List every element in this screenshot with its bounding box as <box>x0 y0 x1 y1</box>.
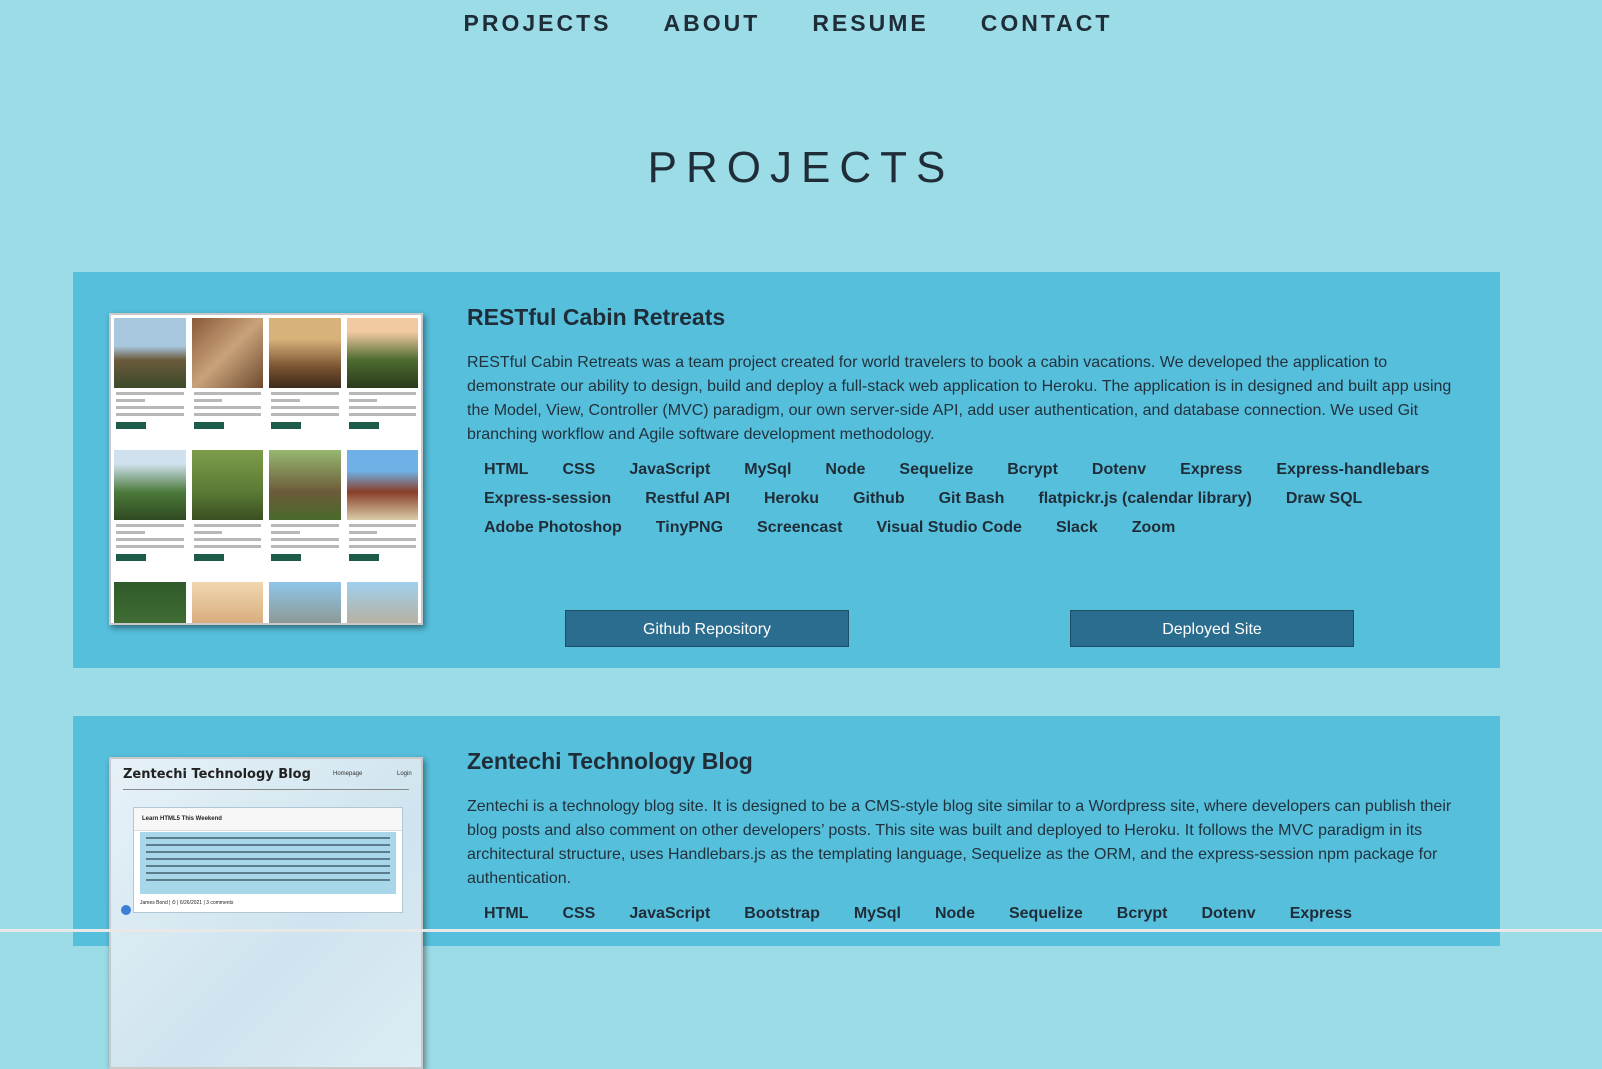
tech-tag: Slack <box>1055 519 1098 536</box>
tech-tag: flatpickr.js (calendar library) <box>1038 490 1252 507</box>
tech-tag: MySql <box>853 905 901 922</box>
deployed-site-button[interactable]: Deployed Site <box>1070 610 1354 647</box>
project-details: RESTful Cabin Retreats RESTful Cabin Ret… <box>467 272 1464 548</box>
tech-tags: HTML CSS JavaScript MySql Node Sequelize Bcryp… <box>484 461 1464 548</box>
tech-tag: Github <box>853 490 905 507</box>
project-description: Zentechi is a technology blog site. It i… <box>467 798 1452 887</box>
tech-tag: Adobe Photoshop <box>484 519 622 536</box>
tech-tag: Node <box>825 461 866 478</box>
tech-tag: Restful API <box>645 490 730 507</box>
tech-tag: CSS <box>562 905 596 922</box>
tech-tag: MySql <box>744 461 792 478</box>
tech-tag: Screencast <box>757 519 843 536</box>
page-title: PROJECTS <box>647 143 955 192</box>
tech-tag: Bootstrap <box>744 905 820 922</box>
thumb-nav-home: Homepage <box>333 771 363 777</box>
project-screenshot-blog[interactable]: Zentechi Technology Blog Homepage Login … <box>109 757 423 1069</box>
tech-tag: Express <box>1289 905 1352 922</box>
tech-tag: CSS <box>562 461 596 478</box>
nav-resume[interactable]: RESUME <box>812 10 928 37</box>
thumb-nav-login: Login <box>397 771 412 777</box>
tech-tag: HTML <box>484 905 529 922</box>
tech-tag: Express-session <box>484 490 612 507</box>
project-details: Zentechi Technology Blog Zentechi is a t… <box>467 716 1464 934</box>
tech-tag: Dotenv <box>1201 905 1256 922</box>
project-card-cabin-retreats: RESTful Cabin Retreats RESTful Cabin Ret… <box>73 272 1500 668</box>
tech-tag: JavaScript <box>629 461 711 478</box>
thumb-divider <box>123 789 409 790</box>
thumb-site-title: Zentechi Technology Blog <box>123 767 311 782</box>
thumb-dot-icon <box>121 905 131 915</box>
tech-tag: Sequelize <box>1008 905 1083 922</box>
tech-tag: TinyPNG <box>655 519 724 536</box>
tech-tag: JavaScript <box>629 905 711 922</box>
thumb-post-footer: James Bond | ⏱ | 6/26/2021 | 3 comments <box>140 900 234 906</box>
project-title: Zentechi Technology Blog <box>467 748 753 774</box>
github-repository-button[interactable]: Github Repository <box>565 610 849 647</box>
project-description: RESTful Cabin Retreats was a team projec… <box>467 354 1452 443</box>
thumb-post-title: Learn HTML5 This Weekend <box>142 816 222 822</box>
tech-tag: Heroku <box>763 490 820 507</box>
thumb-post: Learn HTML5 This Weekend James Bond | ⏱ … <box>133 807 403 913</box>
nav-projects[interactable]: PROJECTS <box>464 10 612 37</box>
nav-contact[interactable]: CONTACT <box>981 10 1113 37</box>
tech-tag: Express <box>1180 461 1243 478</box>
tech-tag: Bcrypt <box>1007 461 1058 478</box>
thumbnail-grid <box>114 318 418 623</box>
tech-tag: Zoom <box>1131 519 1176 536</box>
project-title: RESTful Cabin Retreats <box>467 304 726 330</box>
tech-tag: Express-handlebars <box>1276 461 1430 478</box>
tech-tag: Bcrypt <box>1116 905 1168 922</box>
project-screenshot-cabin[interactable] <box>109 313 423 625</box>
tech-tag: Dotenv <box>1091 461 1147 478</box>
tech-tag: Visual Studio Code <box>876 519 1022 536</box>
main-nav: PROJECTS ABOUT RESUME CONTACT <box>0 10 1602 37</box>
tech-tag: Sequelize <box>899 461 974 478</box>
project-card-zentechi-blog: Zentechi Technology Blog Homepage Login … <box>73 716 1500 1069</box>
tech-tag: HTML <box>484 461 529 478</box>
tech-tag: Node <box>934 905 975 922</box>
tech-tag: Git Bash <box>938 490 1005 507</box>
nav-about[interactable]: ABOUT <box>664 10 761 37</box>
tech-tag: Draw SQL <box>1285 490 1363 507</box>
